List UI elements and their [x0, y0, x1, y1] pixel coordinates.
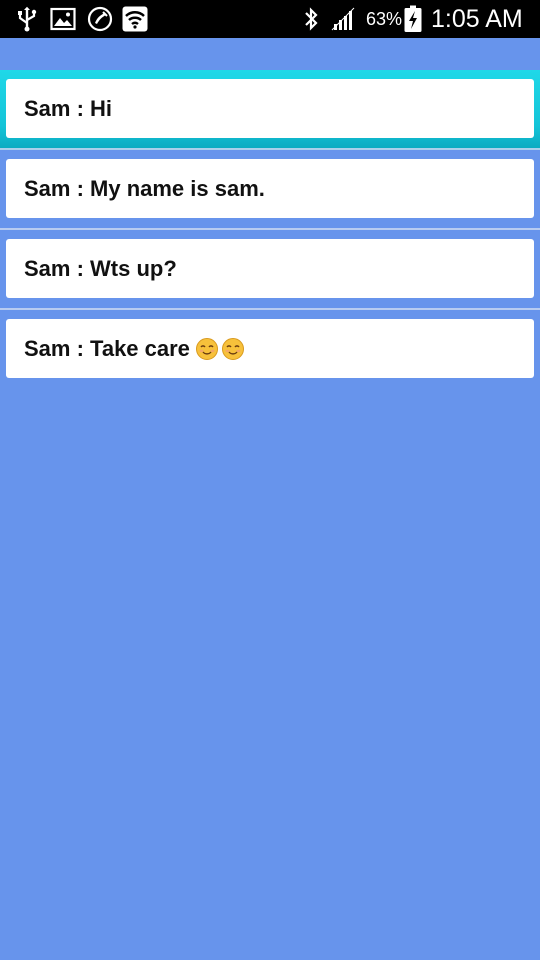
- image-icon: [49, 6, 77, 32]
- message-list: Sam : Hi Sam : My name is sam. Sam : Wts…: [0, 70, 540, 390]
- usb-icon: [14, 6, 40, 32]
- message-card: Sam : Hi: [6, 79, 534, 138]
- message-card: Sam : Wts up?: [6, 239, 534, 298]
- list-item[interactable]: Sam : Take care: [0, 310, 540, 390]
- status-bar: 63% 1:05 AM: [0, 0, 540, 38]
- message-text: Sam : Take care: [24, 335, 190, 361]
- message-card: Sam : Take care: [6, 319, 534, 378]
- battery-percent: 63%: [366, 9, 403, 29]
- smiling-face-emoji: [195, 337, 218, 360]
- message-text: Sam : Hi: [24, 95, 113, 121]
- call-icon: [86, 6, 114, 32]
- list-item[interactable]: Sam : Hi: [0, 70, 540, 150]
- battery-charging-icon: [402, 5, 424, 32]
- bluetooth-icon: [300, 6, 322, 32]
- list-item[interactable]: Sam : My name is sam.: [0, 150, 540, 230]
- list-item[interactable]: Sam : Wts up?: [0, 230, 540, 310]
- message-card: Sam : My name is sam.: [6, 159, 534, 218]
- smiling-face-emoji: [221, 337, 244, 360]
- wifi-icon: [122, 6, 148, 32]
- signal-icon: [330, 6, 358, 32]
- message-text: Sam : My name is sam.: [24, 175, 265, 201]
- clock: 1:05 AM: [431, 5, 523, 33]
- message-text: Sam : Wts up?: [24, 255, 177, 281]
